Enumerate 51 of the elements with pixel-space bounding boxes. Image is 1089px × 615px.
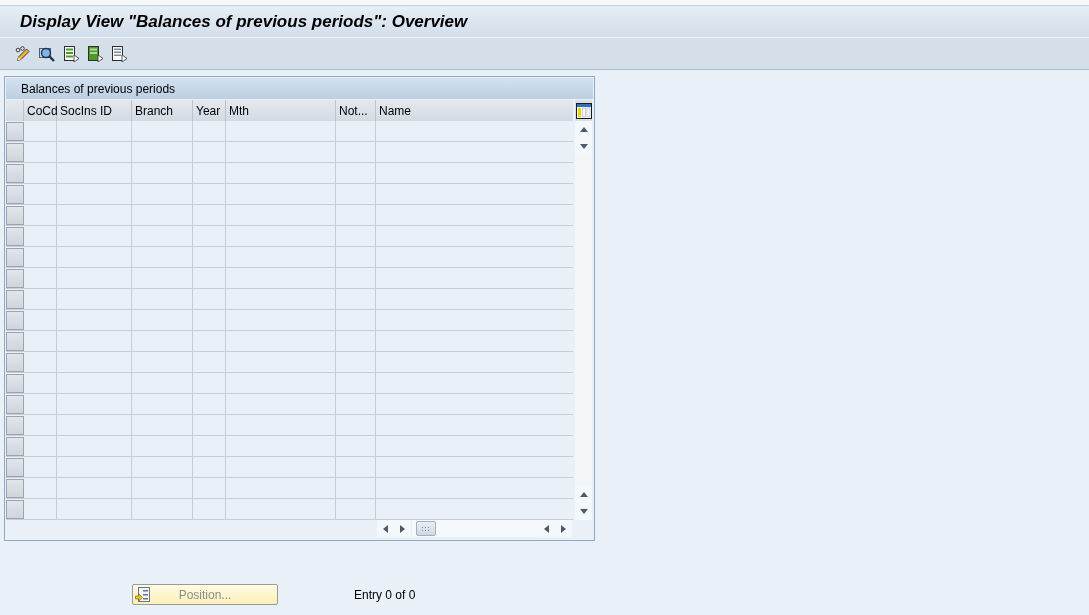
column-header[interactable]: SocIns ID: [57, 100, 132, 121]
caret-left-icon: [544, 524, 549, 533]
row-selector[interactable]: [6, 248, 24, 267]
pencil-glasses-icon[interactable]: [15, 45, 31, 62]
document-arrow-icon[interactable]: [87, 45, 103, 62]
scroll-down-button[interactable]: [575, 503, 592, 520]
row-selector[interactable]: [6, 269, 24, 288]
magnifier-icon[interactable]: [39, 45, 55, 62]
row-selector[interactable]: [6, 416, 24, 435]
column-header[interactable]: Name: [376, 100, 573, 121]
window-title: Display View "Balances of previous periods": Overview: [20, 13, 468, 30]
horizontal-scrollbar[interactable]: [412, 520, 538, 537]
select-all-cell[interactable]: [6, 100, 24, 121]
caret-down-icon: [579, 509, 588, 514]
scroll-up-button[interactable]: [575, 121, 592, 138]
row-selector[interactable]: [6, 458, 24, 477]
document-arrow-icon[interactable]: [63, 45, 79, 62]
row-selector[interactable]: [6, 332, 24, 351]
row-selector[interactable]: [6, 353, 24, 372]
column-header[interactable]: Branch: [132, 100, 193, 121]
row-selector[interactable]: [6, 227, 24, 246]
entry-count: Entry 0 of 0: [354, 586, 416, 604]
row-selector[interactable]: [6, 185, 24, 204]
scroll-right-button[interactable]: [394, 520, 411, 537]
document-arrow-icon[interactable]: [111, 45, 127, 62]
caret-right-icon: [400, 524, 405, 533]
scroll-left-button[interactable]: [377, 520, 394, 537]
row-selector[interactable]: [6, 479, 24, 498]
caret-down-icon: [579, 144, 588, 149]
row-selector[interactable]: [6, 311, 24, 330]
column-header[interactable]: Not...: [336, 100, 376, 121]
row-selector[interactable]: [6, 143, 24, 162]
column-settings-icon[interactable]: [575, 102, 592, 119]
row-selector[interactable]: [6, 164, 24, 183]
scroll-right-button[interactable]: [555, 520, 572, 537]
table-title: Balances of previous periods: [6, 78, 593, 99]
row-selector[interactable]: [6, 395, 24, 414]
column-header[interactable]: Mth: [226, 100, 336, 121]
caret-up-icon: [579, 492, 588, 497]
caret-left-icon: [383, 524, 388, 533]
column-header[interactable]: Year: [193, 100, 226, 121]
row-selector[interactable]: [6, 206, 24, 225]
row-selector[interactable]: [6, 500, 24, 519]
row-selector[interactable]: [6, 290, 24, 309]
caret-right-icon: [561, 524, 566, 533]
column-header[interactable]: CoCd: [24, 100, 57, 121]
scroll-thumb[interactable]: [416, 521, 436, 536]
row-selector[interactable]: [6, 437, 24, 456]
caret-up-icon: [579, 127, 588, 132]
row-selector[interactable]: [6, 122, 24, 141]
row-selector[interactable]: [6, 374, 24, 393]
